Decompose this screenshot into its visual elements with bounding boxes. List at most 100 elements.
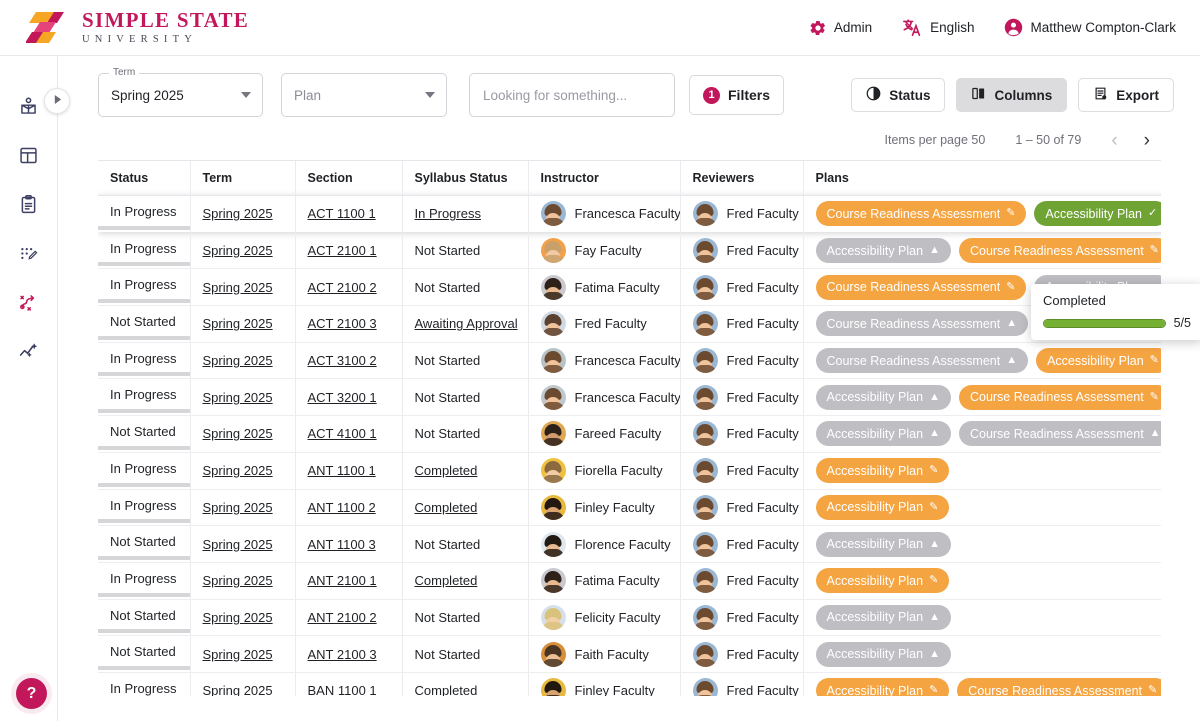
sidebar-item-analytics[interactable] <box>9 331 49 371</box>
table-row[interactable]: Not Started Spring 2025 ANT 2100 3 Not S… <box>98 636 1161 673</box>
table-row[interactable]: In Progress Spring 2025 ANT 1100 1 Compl… <box>98 452 1161 489</box>
items-per-page[interactable]: Items per page 50 <box>885 133 986 147</box>
term-link[interactable]: Spring 2025 <box>203 500 273 515</box>
plan-chip[interactable]: Accessibility Plan ✓ <box>1034 201 1161 226</box>
plan-chip[interactable]: Course Readiness Assessment ✎ <box>959 385 1161 410</box>
table-row[interactable]: In Progress Spring 2025 ANT 1100 2 Compl… <box>98 489 1161 526</box>
syllabus-status-link[interactable]: Awaiting Approval <box>415 316 518 331</box>
syllabus-status-link[interactable]: Completed <box>415 573 478 588</box>
table-row[interactable]: In Progress Spring 2025 BAN 1100 1 Compl… <box>98 672 1161 696</box>
section-link[interactable]: ACT 3200 1 <box>308 390 377 405</box>
sidebar-item-planning[interactable] <box>9 233 49 273</box>
table-row[interactable]: Not Started Spring 2025 ACT 2100 3 Await… <box>98 306 1161 343</box>
plan-select[interactable]: Plan <box>281 73 447 117</box>
syllabus-status-link[interactable]: Completed <box>415 683 478 696</box>
sidebar-item-reports[interactable] <box>9 184 49 224</box>
plan-chip[interactable]: Accessibility Plan ✎ <box>1036 348 1161 373</box>
column-header-plans[interactable]: Plans <box>803 161 1161 196</box>
plan-chip-label: Accessibility Plan <box>827 647 924 661</box>
section-link[interactable]: ACT 2100 3 <box>308 316 377 331</box>
table-row[interactable]: In Progress Spring 2025 ANT 2100 1 Compl… <box>98 562 1161 599</box>
plan-chip[interactable]: Accessibility Plan ▲ <box>816 385 951 410</box>
table-row[interactable]: In Progress Spring 2025 ACT 3200 1 Not S… <box>98 379 1161 416</box>
language-button[interactable]: English <box>902 18 974 37</box>
section-link[interactable]: ANT 1100 2 <box>308 500 376 515</box>
brand-logo[interactable]: SIMPLE STATE UNIVERSITY <box>26 10 249 46</box>
plan-chip[interactable]: Accessibility Plan ✎ <box>816 495 950 520</box>
plan-chip[interactable]: Course Readiness Assessment ▲ <box>959 421 1161 446</box>
column-header-syllabus-status[interactable]: Syllabus Status <box>402 161 528 196</box>
plan-chip[interactable]: Course Readiness Assessment ✎ <box>959 238 1161 263</box>
section-link[interactable]: ANT 2100 2 <box>308 610 377 625</box>
term-link[interactable]: Spring 2025 <box>203 316 273 331</box>
plan-chip[interactable]: Accessibility Plan ▲ <box>816 238 951 263</box>
table-row[interactable]: In Progress Spring 2025 ACT 2100 1 Not S… <box>98 232 1161 269</box>
plan-chip[interactable]: Accessibility Plan ▲ <box>816 642 951 667</box>
section-link[interactable]: ANT 1100 3 <box>308 537 376 552</box>
syllabus-status-link[interactable]: In Progress <box>415 206 481 221</box>
table-row[interactable]: In Progress Spring 2025 ACT 3100 2 Not S… <box>98 342 1161 379</box>
user-menu[interactable]: Matthew Compton-Clark <box>1004 18 1176 37</box>
section-link[interactable]: BAN 1100 1 <box>308 683 377 696</box>
term-link[interactable]: Spring 2025 <box>203 573 273 588</box>
chevron-right-icon[interactable]: › <box>1144 131 1150 150</box>
admin-button[interactable]: Admin <box>809 19 872 37</box>
term-link[interactable]: Spring 2025 <box>203 280 273 295</box>
table-row[interactable]: Not Started Spring 2025 ANT 1100 3 Not S… <box>98 526 1161 563</box>
section-link[interactable]: ACT 4100 1 <box>308 426 377 441</box>
term-link[interactable]: Spring 2025 <box>203 426 273 441</box>
sidebar-expand-button[interactable] <box>44 88 70 114</box>
term-link[interactable]: Spring 2025 <box>203 610 273 625</box>
plan-chip[interactable]: Accessibility Plan ▲ <box>816 421 951 446</box>
term-link[interactable]: Spring 2025 <box>203 647 273 662</box>
help-button[interactable]: ? <box>16 678 47 709</box>
section-link[interactable]: ANT 1100 1 <box>308 463 376 478</box>
column-header-term[interactable]: Term <box>190 161 295 196</box>
term-link[interactable]: Spring 2025 <box>203 243 273 258</box>
term-link[interactable]: Spring 2025 <box>203 390 273 405</box>
column-header-reviewers[interactable]: Reviewers <box>680 161 803 196</box>
column-header-section[interactable]: Section <box>295 161 402 196</box>
chevron-left-icon[interactable]: ‹ <box>1111 131 1117 150</box>
plan-chip[interactable]: Course Readiness Assessment ✎ <box>816 275 1027 300</box>
sidebar-item-pathways[interactable] <box>9 282 49 322</box>
section-link[interactable]: ANT 2100 3 <box>308 647 377 662</box>
table-row[interactable]: In Progress Spring 2025 ACT 1100 1 In Pr… <box>98 196 1161 233</box>
table-row[interactable]: In Progress Spring 2025 ACT 2100 2 Not S… <box>98 269 1161 306</box>
filters-button[interactable]: 1 Filters <box>689 75 784 115</box>
plan-chip[interactable]: Course Readiness Assessment ✎ <box>957 678 1161 696</box>
table-row[interactable]: Not Started Spring 2025 ACT 4100 1 Not S… <box>98 416 1161 453</box>
sections-table-wrapper[interactable]: Status Term Section Syllabus Status Inst… <box>98 160 1161 696</box>
export-button[interactable]: Export <box>1078 78 1174 112</box>
syllabus-status-link[interactable]: Completed <box>415 463 478 478</box>
term-link[interactable]: Spring 2025 <box>203 353 273 368</box>
term-link[interactable]: Spring 2025 <box>203 683 273 696</box>
search-input[interactable] <box>483 88 661 103</box>
term-select[interactable]: Term Spring 2025 <box>98 73 263 117</box>
plan-chip[interactable]: Accessibility Plan ✎ <box>816 458 950 483</box>
sidebar-item-dashboard[interactable] <box>9 135 49 175</box>
section-link[interactable]: ACT 2100 1 <box>308 243 377 258</box>
column-header-instructor[interactable]: Instructor <box>528 161 680 196</box>
plan-chip[interactable]: Course Readiness Assessment ▲ <box>816 311 1029 336</box>
term-link[interactable]: Spring 2025 <box>203 537 273 552</box>
term-link[interactable]: Spring 2025 <box>203 463 273 478</box>
columns-button[interactable]: Columns <box>956 78 1067 112</box>
status-button[interactable]: Status <box>851 78 945 112</box>
table-row[interactable]: Not Started Spring 2025 ANT 2100 2 Not S… <box>98 599 1161 636</box>
plan-chip[interactable]: Accessibility Plan ▲ <box>816 532 951 557</box>
section-link[interactable]: ACT 1100 1 <box>308 206 376 221</box>
sidebar-item-students[interactable] <box>9 86 49 126</box>
plan-chip[interactable]: Accessibility Plan ✎ <box>816 568 950 593</box>
section-link[interactable]: ACT 2100 2 <box>308 280 377 295</box>
column-header-status[interactable]: Status <box>98 161 190 196</box>
plan-chip[interactable]: Accessibility Plan ✎ <box>816 678 950 696</box>
plan-chip[interactable]: Accessibility Plan ▲ <box>816 605 951 630</box>
section-link[interactable]: ANT 2100 1 <box>308 573 377 588</box>
plan-chip[interactable]: Course Readiness Assessment ✎ <box>816 201 1027 226</box>
search-box[interactable] <box>469 73 675 117</box>
syllabus-status-link[interactable]: Completed <box>415 500 478 515</box>
plan-chip[interactable]: Course Readiness Assessment ▲ <box>816 348 1029 373</box>
term-link[interactable]: Spring 2025 <box>203 206 273 221</box>
section-link[interactable]: ACT 3100 2 <box>308 353 377 368</box>
